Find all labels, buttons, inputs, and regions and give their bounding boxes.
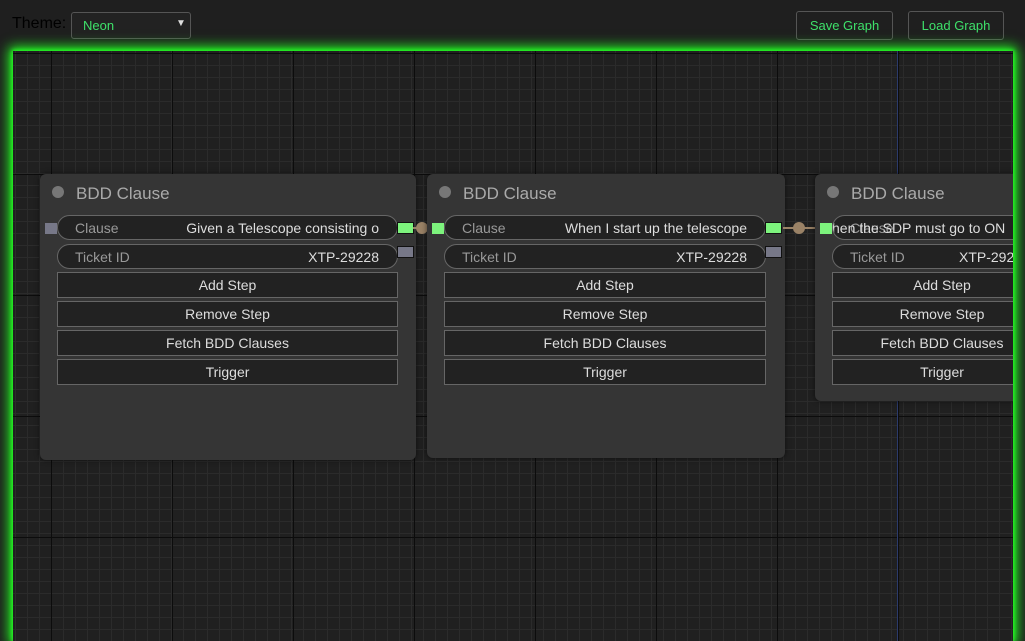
trigger-button[interactable]: Trigger [57, 359, 398, 385]
node-collapse-dot[interactable] [52, 186, 64, 198]
trigger-button[interactable]: Trigger [444, 359, 766, 385]
bdd-clause-node-2[interactable]: BDD Clause Clause When I start up the te… [427, 174, 785, 458]
fetch-bdd-clauses-button[interactable]: Fetch BDD Clauses [832, 330, 1013, 356]
ticket-id-field[interactable]: Ticket ID XTP-29228 [444, 244, 766, 269]
clause-value: hen the SDP must go to ON [832, 220, 1006, 236]
clause-value: Given a Telescope consisting o [186, 220, 379, 236]
fetch-bdd-clauses-button[interactable]: Fetch BDD Clauses [444, 330, 766, 356]
bdd-clause-node-3[interactable]: BDD Clause Clause hen the SDP must go to… [815, 174, 1013, 401]
theme-select-value: Neon [83, 18, 115, 33]
clause-field[interactable]: Clause Given a Telescope consisting o [57, 215, 398, 240]
remove-step-button[interactable]: Remove Step [57, 301, 398, 327]
toolbar: Theme: Neon ▼ Save Graph Load Graph [0, 0, 1025, 50]
output-slot-connected[interactable] [765, 222, 782, 234]
remove-step-button[interactable]: Remove Step [832, 301, 1013, 327]
bdd-clause-node-1[interactable]: BDD Clause Clause Given a Telescope cons… [40, 174, 416, 460]
clause-value: When I start up the telescope [564, 220, 747, 236]
graph-canvas[interactable]: BDD Clause Clause Given a Telescope cons… [13, 51, 1013, 641]
output-slot-connected[interactable] [397, 222, 414, 234]
output-slot[interactable] [765, 246, 782, 258]
node-title: BDD Clause [851, 184, 945, 203]
theme-label: Theme: [12, 15, 67, 32]
input-slot[interactable] [45, 223, 57, 234]
trigger-button[interactable]: Trigger [832, 359, 1013, 385]
node-collapse-dot[interactable] [827, 186, 839, 198]
ticket-id-value: XTP-292 [959, 249, 1013, 265]
node-title: BDD Clause [463, 184, 557, 203]
remove-step-button[interactable]: Remove Step [444, 301, 766, 327]
load-graph-button[interactable]: Load Graph [908, 11, 1004, 40]
clause-label: Clause [75, 220, 119, 236]
clause-label: Clause [462, 220, 506, 236]
input-slot-connected[interactable] [820, 223, 832, 234]
add-step-button[interactable]: Add Step [57, 272, 398, 298]
ticket-id-field[interactable]: Ticket ID XTP-29228 [57, 244, 398, 269]
node-title: BDD Clause [76, 184, 170, 203]
theme-select[interactable]: Neon [71, 12, 191, 39]
node-collapse-dot[interactable] [439, 186, 451, 198]
output-slot[interactable] [397, 246, 414, 258]
link-midpoint[interactable] [793, 222, 805, 234]
fetch-bdd-clauses-button[interactable]: Fetch BDD Clauses [57, 330, 398, 356]
ticket-id-value: XTP-29228 [676, 249, 747, 265]
add-step-button[interactable]: Add Step [832, 272, 1013, 298]
ticket-id-label: Ticket ID [462, 249, 517, 265]
clause-field[interactable]: Clause hen the SDP must go to ON [832, 215, 1013, 240]
ticket-id-value: XTP-29228 [308, 249, 379, 265]
add-step-button[interactable]: Add Step [444, 272, 766, 298]
input-slot-connected[interactable] [432, 223, 444, 234]
ticket-id-label: Ticket ID [850, 249, 905, 265]
clause-field[interactable]: Clause When I start up the telescope [444, 215, 766, 240]
save-graph-button[interactable]: Save Graph [796, 11, 893, 40]
ticket-id-label: Ticket ID [75, 249, 130, 265]
ticket-id-field[interactable]: Ticket ID XTP-292 [832, 244, 1013, 269]
